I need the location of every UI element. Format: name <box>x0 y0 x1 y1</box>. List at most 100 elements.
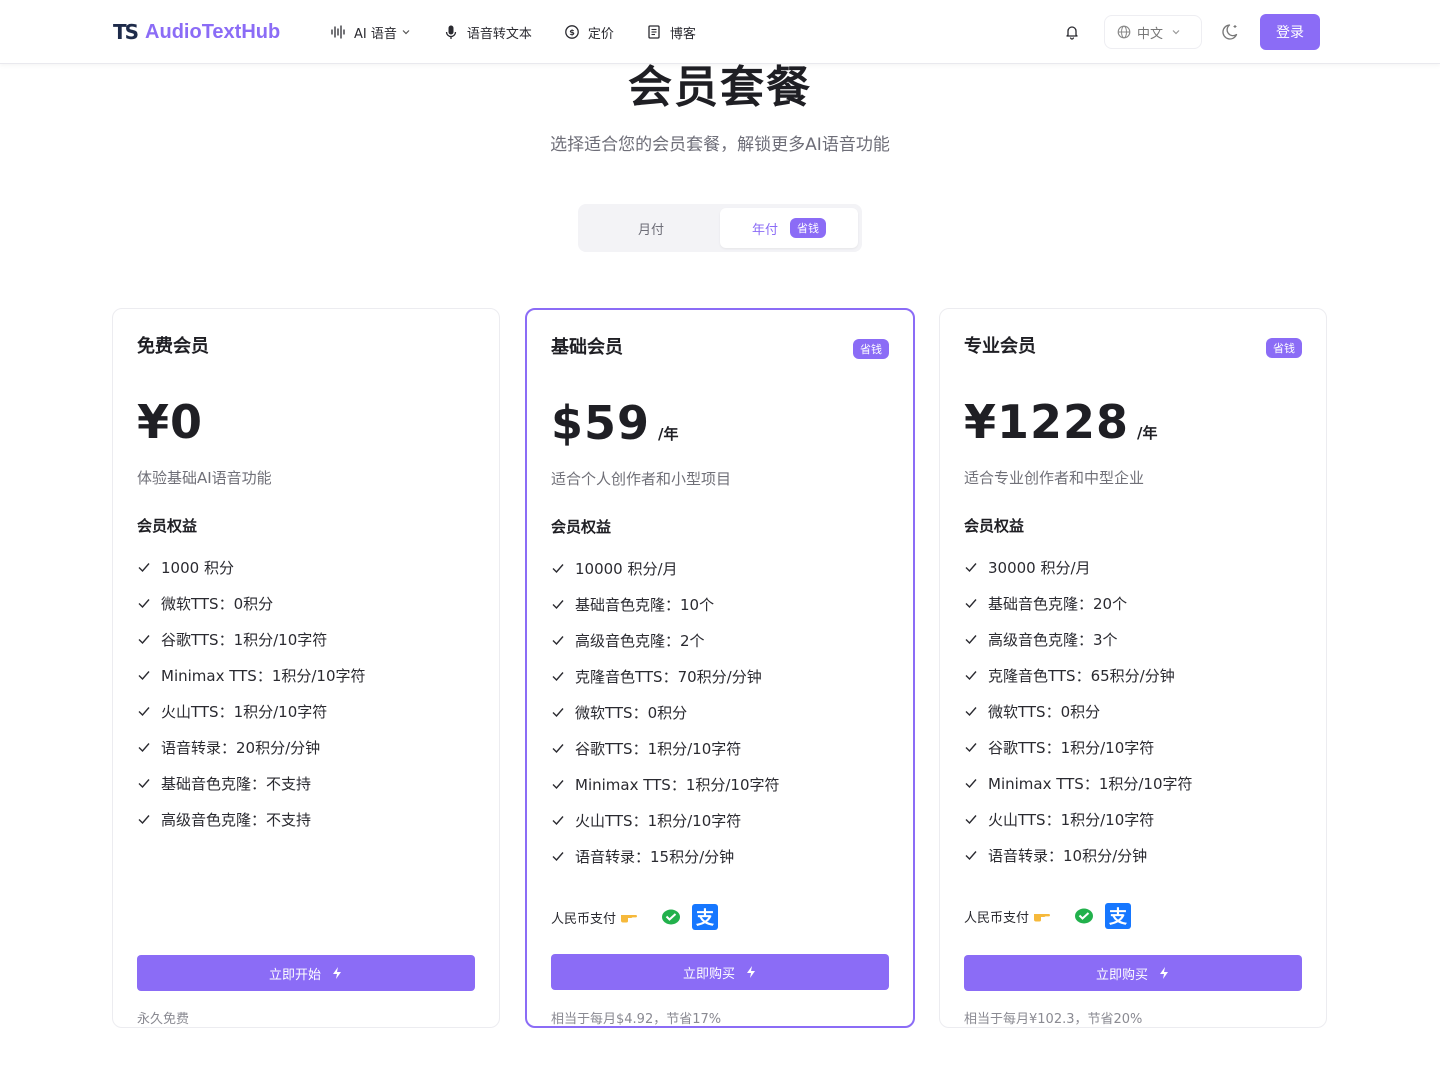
notification-button[interactable] <box>1058 18 1086 46</box>
cta-label: 立即购买 <box>682 966 735 982</box>
nav-item-label: 博客 <box>669 26 696 42</box>
nav-item-speech-to-text[interactable]: 语音转文本 <box>443 23 532 42</box>
svg-text:支: 支 <box>1108 906 1128 928</box>
save-badge: 省钱 <box>790 218 826 238</box>
check-icon <box>965 599 977 609</box>
feature-text: 火山TTS：1积分/10字符 <box>575 811 742 830</box>
feature-item: 克隆音色TTS：65积分/分钟 <box>964 657 1193 693</box>
page-subtitle: 选择适合您的会员套餐，解锁更多AI语音功能 <box>550 135 890 155</box>
feature-text: Minimax TTS：1积分/10字符 <box>161 666 366 685</box>
wechat-pay-icon[interactable] <box>660 907 682 927</box>
feature-text: 30000 积分/月 <box>988 558 1091 577</box>
feature-text: Minimax TTS：1积分/10字符 <box>988 774 1193 793</box>
chevron-down-icon <box>1172 30 1180 35</box>
yearly-label: 年付 <box>751 222 778 238</box>
nav-item-label: 语音转文本 <box>466 26 532 42</box>
plan-note: 永久免费 <box>137 1012 190 1027</box>
plan-card-free: 免费会员 ¥0 体验基础AI语音功能 会员权益 1000 积分 微软TTS：0积… <box>112 308 500 1028</box>
wechat-pay-icon[interactable] <box>1073 906 1095 926</box>
plan-price: $59 <box>551 396 651 450</box>
logo[interactable]: TS AudioTextHub <box>113 19 280 45</box>
feature-text: 谷歌TTS：1积分/10字符 <box>988 738 1155 757</box>
feature-text: 克隆音色TTS：70积分/分钟 <box>575 667 762 686</box>
check-icon <box>138 779 150 789</box>
login-button[interactable]: 登录 <box>1260 14 1320 50</box>
feature-text: 克隆音色TTS：65积分/分钟 <box>988 666 1175 685</box>
save-badge: 省钱 <box>1266 338 1302 358</box>
feature-text: 高级音色克隆：不支持 <box>161 810 312 829</box>
check-icon <box>138 563 150 573</box>
plan-description: 适合个人创作者和小型项目 <box>551 470 732 488</box>
feature-item: 1000 积分 <box>137 549 366 585</box>
nav-right-actions: 中文 登录 <box>1058 14 1320 50</box>
nav-item-ai-voice[interactable]: AI 语音 <box>330 23 411 42</box>
plan-note: 相当于每月$4.92，节省17% <box>551 1012 722 1027</box>
feature-list: 10000 积分/月 基础音色克隆：10个 高级音色克隆：2个 克隆音色TTS：… <box>551 550 780 874</box>
feature-item: 10000 积分/月 <box>551 550 780 586</box>
buy-now-button[interactable]: 立即购买 <box>551 954 889 990</box>
globe-icon <box>1117 25 1131 39</box>
check-icon <box>552 852 564 862</box>
plan-note: 相当于每月¥102.3，节省20% <box>964 1012 1143 1027</box>
plan-name: 基础会员 <box>551 337 623 358</box>
feature-text: 火山TTS：1积分/10字符 <box>988 810 1155 829</box>
feature-item: 30000 积分/月 <box>964 549 1193 585</box>
feature-item: 语音转录：10积分/分钟 <box>964 837 1193 873</box>
check-icon <box>965 671 977 681</box>
lightning-icon <box>333 967 341 979</box>
feature-text: 微软TTS：0积分 <box>575 703 688 722</box>
moon-icon <box>1222 24 1238 40</box>
plan-name: 免费会员 <box>137 336 209 357</box>
feature-item: 微软TTS：0积分 <box>137 585 366 621</box>
check-icon <box>552 564 564 574</box>
feature-text: 语音转录：10积分/分钟 <box>988 846 1148 865</box>
feature-text: 语音转录：15积分/分钟 <box>575 847 735 866</box>
buy-now-button[interactable]: 立即购买 <box>964 955 1302 991</box>
alipay-icon[interactable]: 支 <box>692 904 719 930</box>
top-navbar: TS AudioTextHub AI 语音 语音转文本 $ 定价 博客 中文 登… <box>0 0 1440 64</box>
language-select[interactable]: 中文 <box>1104 15 1202 49</box>
check-icon <box>552 672 564 682</box>
nav-item-label: AI 语音 <box>354 26 397 42</box>
check-icon <box>552 636 564 646</box>
feature-item: 谷歌TTS：1积分/10字符 <box>137 621 366 657</box>
monthly-label: 月付 <box>637 222 664 238</box>
start-now-button[interactable]: 立即开始 <box>137 955 475 991</box>
theme-toggle[interactable] <box>1216 17 1246 47</box>
svg-text:支: 支 <box>695 907 715 929</box>
check-icon <box>965 851 977 861</box>
check-icon <box>138 671 150 681</box>
features-title: 会员权益 <box>964 517 1025 535</box>
pointing-hand-icon <box>1034 914 1051 922</box>
feature-text: 谷歌TTS：1积分/10字符 <box>575 739 742 758</box>
price-row: ¥1228 /年 <box>964 395 1158 449</box>
cta-label: 立即开始 <box>268 967 321 983</box>
feature-item: 微软TTS：0积分 <box>551 694 780 730</box>
check-icon <box>965 707 977 717</box>
nav-item-blog[interactable]: 博客 <box>646 23 696 42</box>
payment-label: 人民币支付 <box>964 910 1030 926</box>
price-row: ¥0 <box>137 395 203 449</box>
yearly-option[interactable]: 年付 省钱 <box>720 208 858 248</box>
feature-item: 火山TTS：1积分/10字符 <box>964 801 1193 837</box>
nav-item-pricing[interactable]: $ 定价 <box>564 23 614 42</box>
dollar-circle-icon: $ <box>565 25 579 39</box>
brand-name: AudioTextHub <box>145 20 281 43</box>
check-icon <box>965 635 977 645</box>
feature-text: Minimax TTS：1积分/10字符 <box>575 775 780 794</box>
feature-item: 语音转录：15积分/分钟 <box>551 838 780 874</box>
feature-text: 1000 积分 <box>161 558 234 577</box>
feature-text: 谷歌TTS：1积分/10字符 <box>161 630 328 649</box>
plan-price: ¥1228 <box>964 395 1130 449</box>
feature-text: 语音转录：20积分/分钟 <box>161 738 321 757</box>
billing-toggle: 月付 年付 省钱 <box>578 204 862 252</box>
plan-period: /年 <box>1137 424 1158 442</box>
feature-item: 基础音色克隆：不支持 <box>137 765 366 801</box>
alipay-icon[interactable]: 支 <box>1105 903 1132 929</box>
monthly-option[interactable]: 月付 <box>582 208 720 248</box>
plan-card-basic: 基础会员 省钱 $59 /年 适合个人创作者和小型项目 会员权益 10000 积… <box>525 308 915 1028</box>
plan-badge-wrap: 省钱 <box>1266 337 1302 358</box>
feature-item: 高级音色克隆：不支持 <box>137 801 366 837</box>
microphone-icon <box>445 25 457 39</box>
language-value: 中文 <box>1137 26 1164 42</box>
